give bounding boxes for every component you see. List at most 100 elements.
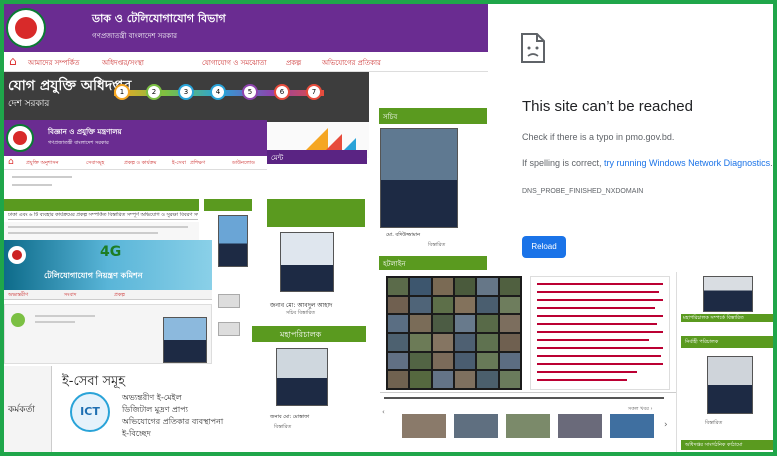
- dg-header: মহাপরিচালক: [252, 326, 366, 342]
- thumb-button[interactable]: [218, 294, 240, 308]
- secretary-header: সচিব: [379, 108, 487, 124]
- step-marker: 3: [178, 84, 194, 100]
- win3-tag-bar: মেন্ট: [267, 150, 367, 164]
- video-conference-grid: [386, 276, 522, 390]
- gallery-thumb[interactable]: [558, 414, 602, 438]
- secretary-photo: [380, 128, 458, 228]
- director-caption[interactable]: মহাপরিচালক সম্পর্কে বিস্তারিত: [683, 315, 744, 323]
- minister-photo: [280, 232, 334, 292]
- right-side-panel: মহাপরিচালক সম্পর্কে বিস্তারিত নির্বাহী প…: [676, 272, 773, 452]
- gallery-thumb[interactable]: [506, 414, 550, 438]
- win1-nav-item[interactable]: অভিযোগের প্রতিকার: [322, 57, 381, 69]
- win3-tag: মেন্ট: [271, 154, 284, 162]
- dg-name: জনাব মো: মোস্তাফা: [270, 414, 310, 420]
- win1-subtitle: গণপ্রজাতন্ত্রী বাংলাদেশ সরকার: [92, 32, 177, 40]
- step-marker: 1: [114, 84, 130, 100]
- left-link-row: অভ্যন্তরীণ সংবাদ প্রকল্প: [4, 290, 212, 300]
- win2-title: যোগ প্রযুক্তি অধিদপ্তর: [8, 78, 132, 94]
- gallery-next-icon[interactable]: ›: [664, 420, 668, 430]
- exec-director-caption[interactable]: বিস্তারিত: [705, 420, 722, 428]
- win2-subtitle: দেশ সরকার: [8, 99, 50, 109]
- win3-nav-item[interactable]: ডাউনলোড: [232, 160, 255, 168]
- step-marker: 2: [146, 84, 162, 100]
- org-structure-link[interactable]: অধিদপ্তর সাংগঠনিক কাঠামো: [685, 442, 742, 450]
- win1-nav-item[interactable]: অধিদপ্তর/সংস্থা: [102, 57, 144, 69]
- win1-nav-item[interactable]: প্রকল্প: [286, 57, 301, 69]
- gallery-strip: ‹ সকল খবর › ›: [380, 404, 676, 440]
- step-marker: 6: [274, 84, 290, 100]
- hotline-header: হটলাইন: [379, 256, 487, 270]
- org-structure-bar: অধিদপ্তর সাংগঠনিক কাঠামো: [681, 440, 773, 450]
- news-ticker-line: ঢাকা এবং ৬ টি ব্যবহার কার্যক্রমের প্রকল্…: [8, 212, 198, 220]
- banner-4g: 4G: [100, 244, 122, 260]
- hotline-header-label: হটলাইন: [383, 260, 406, 268]
- win1-title: ডাক ও টেলিযোগাযোগ বিভাগ: [92, 12, 226, 25]
- dg-role[interactable]: বিস্তারিত: [274, 424, 291, 432]
- home-icon[interactable]: ⌂: [8, 157, 14, 167]
- step-marker: 7: [306, 84, 322, 100]
- officer-photo: [163, 317, 207, 363]
- win1-header: ডাক ও টেলিযোগাযোগ বিভাগ গণপ্রজাতন্ত্রী ব…: [4, 4, 488, 52]
- reload-button[interactable]: Reload: [522, 236, 566, 258]
- left-officer-card: [4, 304, 212, 364]
- secretary-header-label: সচিব: [383, 113, 398, 121]
- sad-page-icon: [521, 33, 545, 63]
- director-caption-bar: মহাপরিচালক সম্পর্কে বিস্তারিত: [681, 314, 773, 323]
- win3-nav-item[interactable]: প্রযুক্তি অনুশাসন: [26, 160, 59, 168]
- win1-nav: ⌂ আমাদের সম্পর্কিত অধিদপ্তর/সংস্থা যোগায…: [4, 52, 488, 72]
- minister-role[interactable]: সচিব বিস্তারিত: [286, 310, 315, 318]
- home-icon[interactable]: ⌂: [9, 54, 17, 68]
- secretary-name: মো. বদিউজ্জামান: [386, 232, 421, 238]
- left-link[interactable]: সংবাদ: [64, 292, 76, 300]
- eservice-box: ই-সেবা সমূহ ICT অভ্যন্তরীণ ই-মেইল ডিজিটা…: [52, 366, 252, 452]
- left-link[interactable]: প্রকল্প: [114, 292, 125, 300]
- browser-error-page: This site can’t be reached Check if ther…: [488, 4, 773, 272]
- win1-nav-item[interactable]: আমাদের সম্পর্কিত: [28, 57, 80, 69]
- gallery-thumb[interactable]: [454, 414, 498, 438]
- win1-nav-item[interactable]: যোগাযোগ ও সমঝোতা: [202, 57, 267, 69]
- gallery-more-link[interactable]: সকল খবর ›: [628, 406, 653, 414]
- bottom-ticker: [380, 392, 676, 402]
- banner-line: টেলিযোগাযোগ নিয়ন্ত্রণ কমিশন: [44, 271, 143, 280]
- win3-nav-item[interactable]: সেবাসমূহ: [86, 160, 104, 168]
- notice-lines: [4, 222, 199, 240]
- eservice-title: ই-সেবা সমূহ: [62, 374, 126, 389]
- win3-nav-item[interactable]: প্রকল্প ও কার্যক্রম: [124, 160, 156, 168]
- gallery-thumb[interactable]: [402, 414, 446, 438]
- news-ticker: ঢাকা এবং ৬ টি ব্যবহার কার্যক্রমের প্রকল্…: [8, 212, 198, 218]
- error-line1: Check if there is a typo in pmo.gov.bd.: [522, 132, 675, 142]
- win3-nav-item[interactable]: প্রশিক্ষণ: [190, 160, 205, 168]
- officer-photo: [218, 215, 248, 267]
- gallery-prev-icon[interactable]: ‹: [382, 408, 385, 416]
- exec-director-label: নির্বাহী পরিচালক: [685, 339, 719, 345]
- thumb-button[interactable]: [218, 322, 240, 336]
- director-photo: [703, 276, 753, 312]
- network-diagnostics-link[interactable]: try running Windows Network Diagnostics: [604, 158, 770, 168]
- collage-frame: ডাক ও টেলিযোগাযোগ বিভাগ গণপ্রজাতন্ত্রী ব…: [0, 0, 777, 456]
- secretary-role[interactable]: বিস্তারিত: [428, 242, 445, 250]
- win3-title: বিজ্ঞান ও প্রযুক্তি মন্ত্রণালয়: [48, 128, 122, 136]
- leaf-icon: [11, 313, 25, 327]
- eservice-item[interactable]: ই-বিচ্ছেদ: [122, 428, 151, 441]
- officer-header: [204, 199, 252, 211]
- error-line2: If spelling is correct, try running Wind…: [522, 158, 773, 168]
- win3-subnav: [4, 170, 267, 196]
- gallery-thumb[interactable]: [610, 414, 654, 438]
- notice-bar: [4, 199, 199, 211]
- eservice-side-title: কর্মকর্তা: [8, 405, 35, 415]
- govt-seal-icon: [6, 8, 46, 48]
- btrc-banner: 4G টেলিযোগাযোগ নিয়ন্ত্রণ কমিশন: [4, 240, 212, 290]
- error-line2-suffix: .: [770, 158, 773, 168]
- win3-nav-item[interactable]: ই-সেবা: [172, 160, 186, 168]
- exec-director-photo: [707, 356, 753, 414]
- win3-subtitle: গণপ্রজাতন্ত্রী বাংলাদেশ সরকার: [48, 140, 109, 146]
- left-link[interactable]: অভ্যন্তরীণ: [8, 292, 28, 300]
- ict-icon: ICT: [70, 392, 110, 432]
- error-title: This site can’t be reached: [522, 98, 693, 115]
- minister-header: [267, 199, 365, 227]
- dg-header-label: মহাপরিচালক: [280, 330, 322, 339]
- exec-director-header: নির্বাহী পরিচালক: [681, 336, 773, 348]
- error-line2-prefix: If spelling is correct,: [522, 158, 605, 168]
- btrc-logo-icon: [8, 246, 26, 264]
- step-marker: 5: [242, 84, 258, 100]
